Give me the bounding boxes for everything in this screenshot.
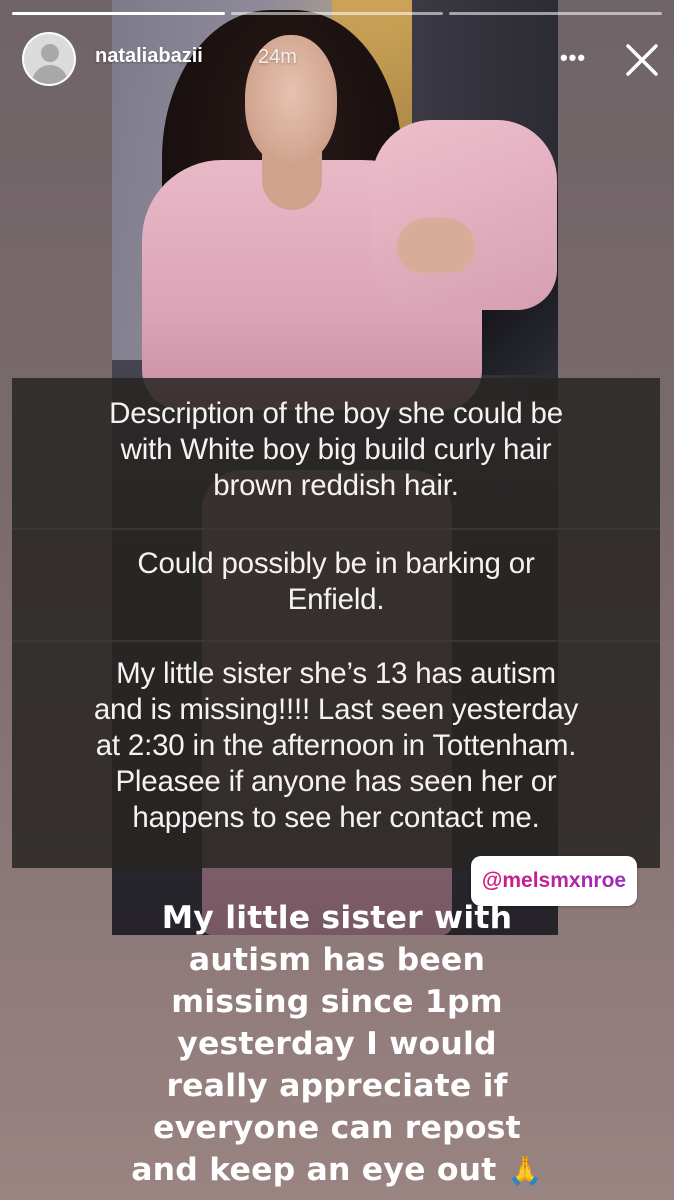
text-panel: Description of the boy she could be with… (12, 378, 660, 868)
caption-line: and keep an eye out (131, 1152, 497, 1188)
avatar[interactable] (22, 32, 76, 86)
panel-divider (12, 640, 660, 642)
panel-text-line: brown reddish hair. (213, 469, 459, 502)
panel-text-line: with White boy big build curly hair (120, 433, 552, 466)
more-horizontal-icon[interactable]: ••• (555, 38, 591, 78)
progress-segment (12, 12, 225, 15)
panel-text-line: Enfield. (287, 583, 385, 616)
panel-text-line: Description of the boy she could be (109, 397, 563, 430)
caption-line: missing since 1pm (171, 984, 503, 1020)
panel-text-line: Pleasee if anyone has seen her or (115, 765, 557, 798)
photo-figure-hand (397, 218, 475, 273)
panel-paragraph-boy-description: Description of the boy she could be with… (12, 396, 660, 504)
story-progress-bar (12, 12, 663, 16)
panel-divider (12, 528, 660, 530)
caption-line: everyone can repost (153, 1110, 521, 1146)
panel-text-line: Could possibly be in barking or (137, 547, 535, 580)
panel-text-line: My little sister she’s 13 has autism (116, 657, 556, 690)
story-caption: My little sister with autism has been mi… (0, 897, 674, 1192)
default-avatar-body (32, 65, 68, 84)
folded-hands-icon: 🙏 (507, 1154, 543, 1187)
default-avatar-icon (41, 44, 59, 62)
photo-figure-arm (372, 120, 557, 310)
caption-line: yesterday I would (177, 1026, 497, 1062)
panel-text-line: at 2:30 in the afternoon in Tottenham. (95, 729, 577, 762)
caption-line: really appreciate if (166, 1068, 508, 1104)
panel-paragraph-missing-notice: My little sister she’s 13 has autism and… (12, 656, 660, 836)
progress-segment (230, 12, 444, 15)
close-icon[interactable] (620, 38, 664, 82)
username[interactable]: nataliabazii (95, 45, 203, 68)
panel-text-line: and is missing!!!! Last seen yesterday (93, 693, 579, 726)
caption-last-line: and keep an eye out 🙏 (0, 1149, 674, 1192)
panel-text-line: happens to see her contact me. (132, 801, 540, 834)
mention-handle: @melsmxnroe (481, 869, 627, 892)
caption-line: My little sister with (161, 900, 513, 936)
caption-line: autism has been (188, 942, 486, 978)
panel-paragraph-location: Could possibly be in barking or Enfield. (12, 546, 660, 618)
story-viewer[interactable]: Description of the boy she could be with… (0, 0, 674, 1200)
post-time: 24m (258, 46, 297, 68)
progress-segment (449, 12, 663, 15)
